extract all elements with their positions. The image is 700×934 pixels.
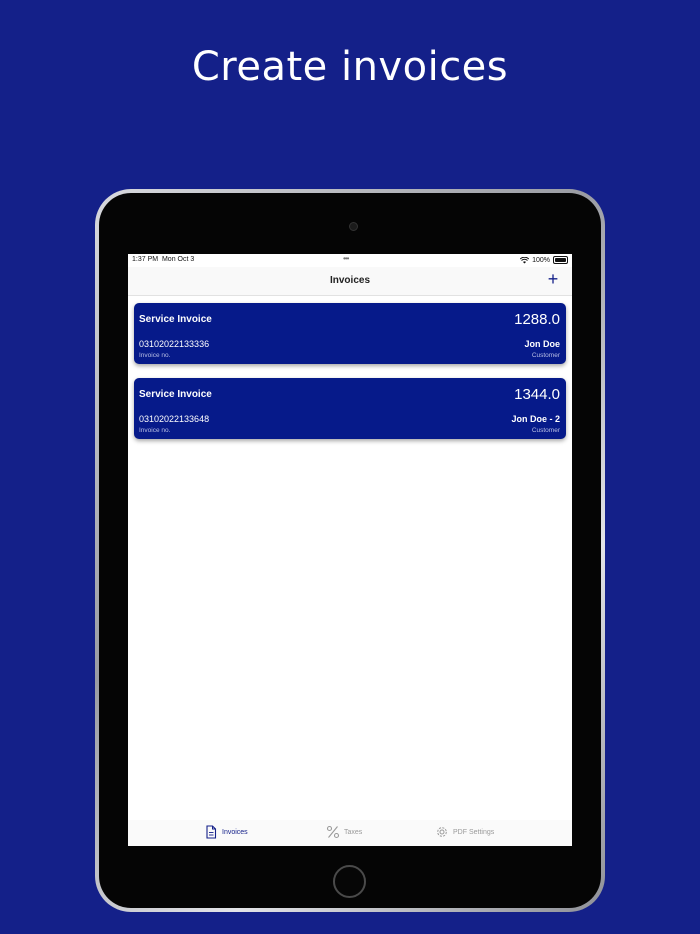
battery-percent: 100%: [532, 256, 550, 264]
tab-label: PDF Settings: [453, 828, 495, 836]
document-icon: [206, 825, 217, 839]
invoice-number: 03102022133648: [139, 414, 210, 424]
invoice-card[interactable]: Service Invoice 1288.0 03102022133336 In…: [134, 303, 566, 364]
status-date: Mon Oct 3: [161, 256, 195, 263]
status-right: 100%: [520, 256, 568, 264]
percent-icon: [326, 825, 340, 839]
wifi-icon: [520, 256, 530, 263]
status-time: 1:37 PM Mon Oct 3: [132, 256, 194, 263]
invoice-number: 03102022133336: [139, 339, 210, 349]
multitasking-dots-icon[interactable]: •••: [343, 254, 349, 263]
invoice-number-label: Invoice no.: [139, 427, 171, 434]
tab-label: Taxes: [344, 828, 363, 836]
invoice-title: Service Invoice: [139, 314, 212, 325]
invoice-customer: Jon Doe: [524, 339, 560, 349]
tab-bar: Invoices Taxes PDF Settings: [128, 820, 572, 846]
tab-invoices[interactable]: Invoices: [204, 825, 248, 839]
status-bar: 1:37 PM Mon Oct 3 ••• 100%: [128, 254, 572, 266]
invoice-number-label: Invoice no.: [139, 352, 171, 359]
invoice-customer: Jon Doe - 2: [511, 414, 560, 424]
status-clock: 1:37 PM: [132, 256, 159, 263]
home-button[interactable]: [333, 865, 366, 898]
invoice-amount: 1288.0: [514, 311, 560, 328]
camera-icon: [349, 222, 358, 231]
invoice-amount: 1344.0: [514, 386, 560, 403]
tab-pdf-settings[interactable]: PDF Settings: [435, 825, 494, 839]
tab-label: Invoices: [222, 828, 248, 836]
gear-icon: [437, 827, 447, 837]
invoice-title: Service Invoice: [139, 389, 212, 400]
invoice-customer-label: Customer: [531, 352, 560, 359]
ipad-device: 1:37 PM Mon Oct 3 ••• 100% Invoices + Se…: [95, 189, 605, 912]
add-invoice-button[interactable]: +: [544, 270, 562, 288]
device-bezel: 1:37 PM Mon Oct 3 ••• 100% Invoices + Se…: [99, 193, 601, 908]
navigation-bar: Invoices +: [128, 267, 572, 296]
battery-icon: [553, 256, 568, 264]
app-screen: 1:37 PM Mon Oct 3 ••• 100% Invoices + Se…: [128, 254, 572, 846]
tab-taxes[interactable]: Taxes: [326, 825, 362, 839]
page-title: Invoices: [329, 275, 371, 286]
headline: Create invoices: [191, 44, 509, 90]
invoice-customer-label: Customer: [531, 427, 560, 434]
invoice-card[interactable]: Service Invoice 1344.0 03102022133648 In…: [134, 378, 566, 439]
